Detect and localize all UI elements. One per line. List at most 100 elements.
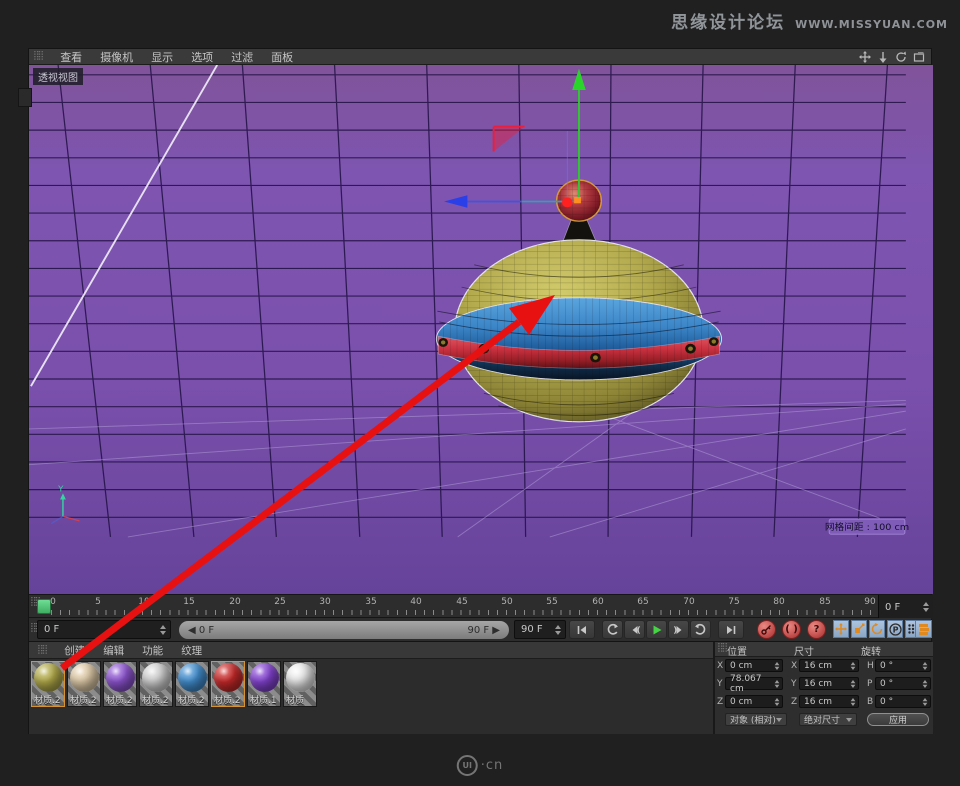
materials-menu-create[interactable]: 创建 [64,643,85,658]
material-swatch[interactable]: 材质 [283,661,317,707]
menu-options[interactable]: 选项 [191,49,213,65]
tick-label: 0 [50,597,56,607]
materials-menubar: ⣿⣿ 创建 编辑 功能 纹理 [29,642,713,659]
next-frame-button[interactable] [668,620,689,639]
pan-icon[interactable] [859,51,871,63]
tick-label: 85 [819,597,830,607]
tick-label: 30 [319,597,330,607]
size-y-field[interactable]: 16 cm [799,677,859,690]
timeline-playhead[interactable] [37,599,51,614]
rot-b-field[interactable]: 0 ° [875,695,931,708]
material-preview-sphere [142,663,171,692]
maximize-view-icon[interactable] [913,51,925,63]
ruler-frame-value: 0 F [885,602,900,613]
size-z-label: Z [791,697,799,707]
spinner-icon[interactable] [923,698,928,706]
world-axis-y-label: Y [57,484,64,494]
menu-display[interactable]: 显示 [151,49,173,65]
spinner-icon[interactable] [775,662,780,670]
record-keyframe-button[interactable] [757,620,776,639]
material-swatch[interactable]: 材质.2 [67,661,101,707]
logo-circle: UI [457,755,478,776]
rot-p-label: P [867,679,875,689]
spinner-icon[interactable] [555,625,561,635]
spinner-icon[interactable] [851,662,856,670]
material-swatch[interactable]: 材质.2 [175,661,209,707]
materials-menu-function[interactable]: 功能 [142,643,163,658]
gizmo-origin-dot[interactable] [562,197,573,207]
scale-tool-icon [853,623,865,635]
go-to-start-button[interactable] [569,620,595,639]
pos-z-field[interactable]: 0 cm [725,695,783,708]
size-mode-dropdown[interactable]: 绝对尺寸 [799,713,857,726]
material-swatch[interactable]: 材质.1 [247,661,281,707]
viewport-menubar: ⣿⣿ 查看 摄像机 显示 选项 过滤 面板 [29,49,931,65]
spinner-icon[interactable] [851,698,856,706]
move-tool-button[interactable] [833,620,849,638]
keyframe-help-button[interactable]: ? [807,620,826,639]
pos-x-label: X [717,661,725,671]
apply-button[interactable]: 应用 [867,713,929,726]
rot-b-label: B [867,697,875,707]
materials-panel: ⣿⣿ 创建 编辑 功能 纹理 材质.2 材质.2 材质.2 材质.2 [29,642,713,734]
pos-x-field[interactable]: 0 cm [725,659,783,672]
spinner-icon[interactable] [851,680,856,688]
autokey-button[interactable]: ( ) [782,620,801,639]
menu-panel[interactable]: 面板 [271,49,293,65]
size-z-field[interactable]: 16 cm [799,695,859,708]
svg-text:P: P [892,625,898,634]
menu-camera[interactable]: 摄像机 [100,49,133,65]
material-swatch[interactable]: 材质.2 [103,661,137,707]
tick-label: 10 [138,597,149,607]
gizmo-center-handle[interactable] [574,197,581,203]
drag-handle-icon[interactable]: ⣿⣿ [33,52,42,61]
tick-label: 90 [864,597,875,607]
layer-bars-button[interactable] [915,620,932,638]
dolly-icon[interactable] [877,51,889,63]
current-frame-field[interactable]: 0 F [37,620,171,639]
perspective-viewport[interactable]: 透视视图 [29,65,933,594]
previous-frame-button[interactable] [624,620,645,639]
viewport-side-tab[interactable] [18,88,32,107]
drag-handle-icon[interactable]: ⣿⣿ [717,644,726,653]
material-swatch[interactable]: 材质.2 [211,661,245,707]
menu-view[interactable]: 查看 [60,49,82,65]
drag-handle-icon[interactable]: ⣿⣿ [37,646,46,655]
materials-menu-edit[interactable]: 编辑 [103,643,124,658]
rot-h-field[interactable]: 0 ° [875,659,931,672]
pos-y-value: 78.067 cm [730,674,774,694]
timeline-ruler[interactable]: ⣿⣿ 0 5 10 15 20 25 30 35 40 45 50 55 60 … [29,594,931,618]
spinner-icon[interactable] [923,602,929,612]
spinner-icon[interactable] [923,680,928,688]
spinner-icon[interactable] [160,625,166,635]
materials-menu-texture[interactable]: 纹理 [181,643,202,658]
material-swatch[interactable]: 材质.2 [31,661,65,707]
coordinate-system-button[interactable]: P [887,620,903,638]
next-key-icon [694,623,707,636]
next-key-button[interactable] [690,620,711,639]
spinner-icon[interactable] [923,662,928,670]
pos-y-field[interactable]: 78.067 cm [725,677,783,690]
tick-label: 50 [501,597,512,607]
tick-label: 25 [274,597,285,607]
rotate-tool-button[interactable] [869,620,885,638]
material-preview-sphere [286,663,315,692]
spinner-icon[interactable] [775,680,780,688]
previous-key-button[interactable] [602,620,623,639]
end-frame-field[interactable]: 90 F [514,620,566,639]
rotate-view-icon[interactable] [895,51,907,63]
spinner-icon[interactable] [775,698,780,706]
header-rotation: 旋转 [861,643,881,658]
scale-tool-button[interactable] [851,620,867,638]
material-swatch[interactable]: 材质.2 [139,661,173,707]
play-button[interactable] [646,620,667,639]
question-icon: ? [814,624,820,635]
coordinate-mode-dropdown[interactable]: 对象 (相对) [725,713,787,726]
ruler-frame-field[interactable]: 0 F [878,595,933,619]
preview-range-slider[interactable]: ◀ 0 F 90 F ▶ [179,621,509,639]
size-x-field[interactable]: 16 cm [799,659,859,672]
rot-p-field[interactable]: 0 ° [875,677,931,690]
go-to-end-button[interactable] [718,620,744,639]
menu-filter[interactable]: 过滤 [231,49,253,65]
tick-label: 35 [365,597,376,607]
